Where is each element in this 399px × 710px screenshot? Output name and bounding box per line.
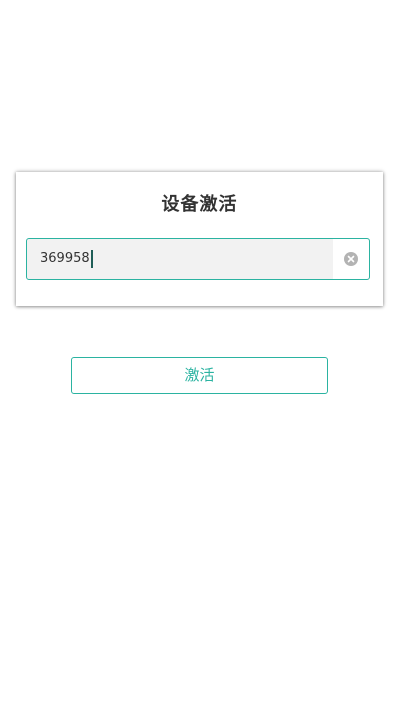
clear-input-button[interactable]: [333, 239, 369, 279]
activation-dialog: 设备激活 369958: [16, 172, 383, 306]
screen: 设备激活 369958 激活: [0, 0, 399, 710]
dialog-title: 设备激活: [161, 194, 238, 215]
activation-code-input[interactable]: 369958: [26, 238, 370, 280]
activation-code-value[interactable]: 369958: [40, 250, 93, 268]
clear-circle-icon[interactable]: [344, 252, 358, 266]
text-caret: [90, 250, 93, 268]
activation-code-text: 369958: [40, 251, 90, 266]
activate-button[interactable]: 激活: [71, 357, 328, 394]
